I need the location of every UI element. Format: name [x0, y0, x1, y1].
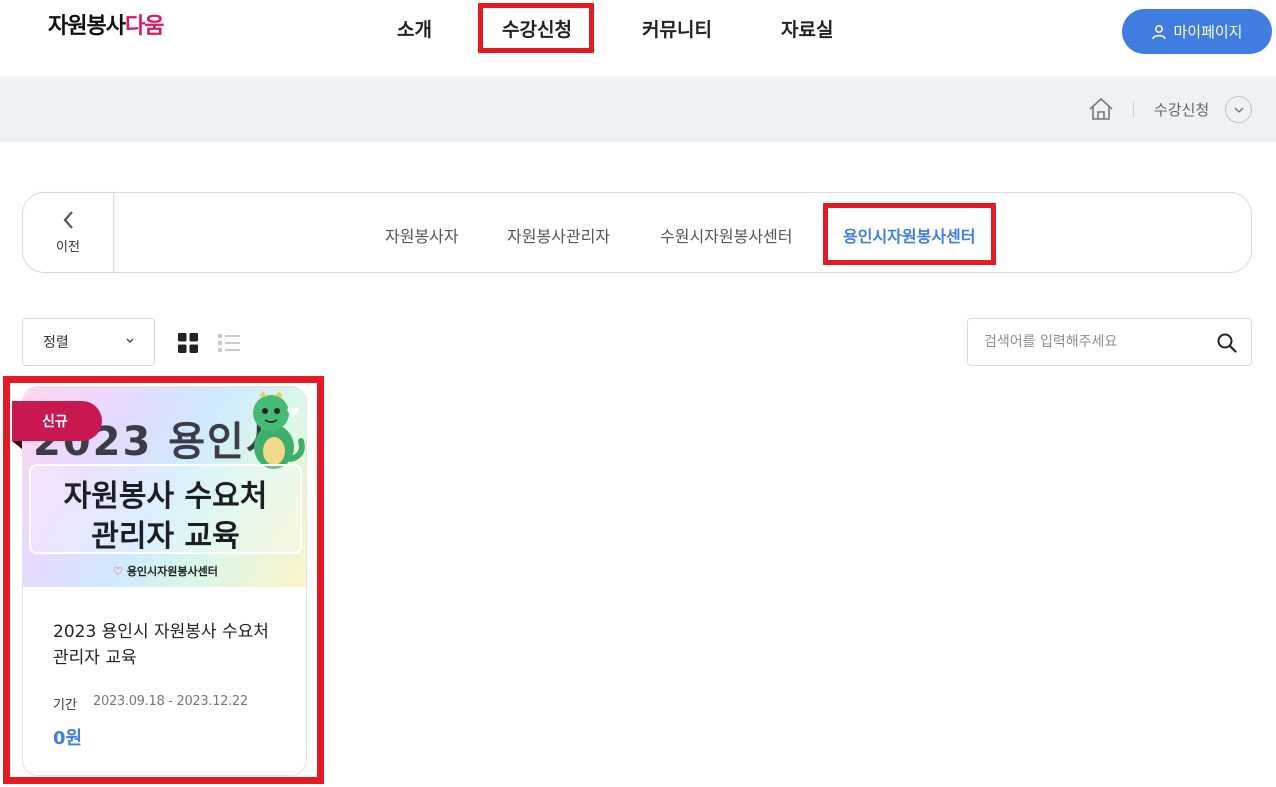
- search-box: [967, 318, 1252, 366]
- nav-resources[interactable]: 자료실: [781, 16, 833, 44]
- search-input[interactable]: [968, 319, 1208, 365]
- breadcrumb: 수강신청: [0, 76, 1276, 142]
- prev-label: 이전: [56, 240, 80, 255]
- thumbnail-title-line2: 관리자 교육: [91, 519, 240, 554]
- logo-text-main: 자원봉사: [48, 14, 126, 39]
- home-icon[interactable]: [1088, 97, 1114, 121]
- nav-community[interactable]: 커뮤니티: [642, 16, 712, 44]
- course-title: 2023 용인시 자원봉사 수요처 관리자 교육: [53, 622, 269, 668]
- logo-text-accent: 다움: [124, 14, 164, 39]
- site-logo[interactable]: 자원봉사다움: [48, 8, 164, 40]
- chevron-left-icon: [63, 211, 73, 229]
- thumbnail-center-label: 용인시자원봉사센터: [126, 565, 218, 578]
- new-badge-fold: [12, 441, 22, 449]
- site-header: 자원봉사다움 소개 수강신청 커뮤니티 자료실 마이페이지: [0, 0, 1276, 76]
- thumbnail-center-name: ♡ 용인시자원봉사센터: [23, 563, 306, 579]
- tab-suwon-center[interactable]: 수원시자원봉사센터: [660, 223, 792, 247]
- user-icon: [1152, 24, 1167, 39]
- tab-volunteer-manager[interactable]: 자원봉사관리자: [507, 223, 610, 247]
- breadcrumb-current: 수강신청: [1154, 101, 1210, 119]
- nav-intro[interactable]: 소개: [397, 16, 432, 44]
- heart-logo-icon: ♡: [113, 565, 123, 578]
- prev-button[interactable]: 이전: [23, 193, 114, 272]
- chevron-down-icon: [126, 338, 134, 343]
- period-label: 기간: [53, 698, 77, 713]
- search-icon[interactable]: [1216, 332, 1238, 354]
- category-tabs: 이전 자원봉사자 자원봉사관리자 수원시자원봉사센터 용인시자원봉사센터: [22, 192, 1252, 273]
- course-period: 2023.09.18 - 2023.12.22: [93, 694, 248, 709]
- breadcrumb-divider: [1133, 100, 1134, 118]
- mypage-label: 마이페이지: [1173, 23, 1243, 41]
- course-price: 0원: [53, 728, 83, 749]
- sort-select[interactable]: 정렬: [22, 318, 155, 366]
- list-view-icon[interactable]: [218, 333, 240, 353]
- dragon-mascot-icon: [253, 391, 305, 469]
- nav-course-registration[interactable]: 수강신청: [502, 16, 572, 44]
- tab-volunteer[interactable]: 자원봉사자: [385, 223, 459, 247]
- new-badge: 신규: [12, 401, 102, 441]
- grid-view-icon[interactable]: [178, 333, 198, 353]
- sort-label: 정렬: [43, 335, 69, 351]
- thumbnail-title-line1: 자원봉사 수요처: [63, 479, 268, 514]
- course-card[interactable]: 2023 용인시 자원봉사 수요처 관리자 교육 ♡ 용인시자원봉사센터 202…: [22, 386, 307, 776]
- chevron-down-icon: [1233, 106, 1244, 113]
- breadcrumb-dropdown-toggle[interactable]: [1225, 96, 1252, 123]
- mypage-button[interactable]: 마이페이지: [1122, 9, 1272, 54]
- highlight-tab-yongin: [823, 203, 996, 265]
